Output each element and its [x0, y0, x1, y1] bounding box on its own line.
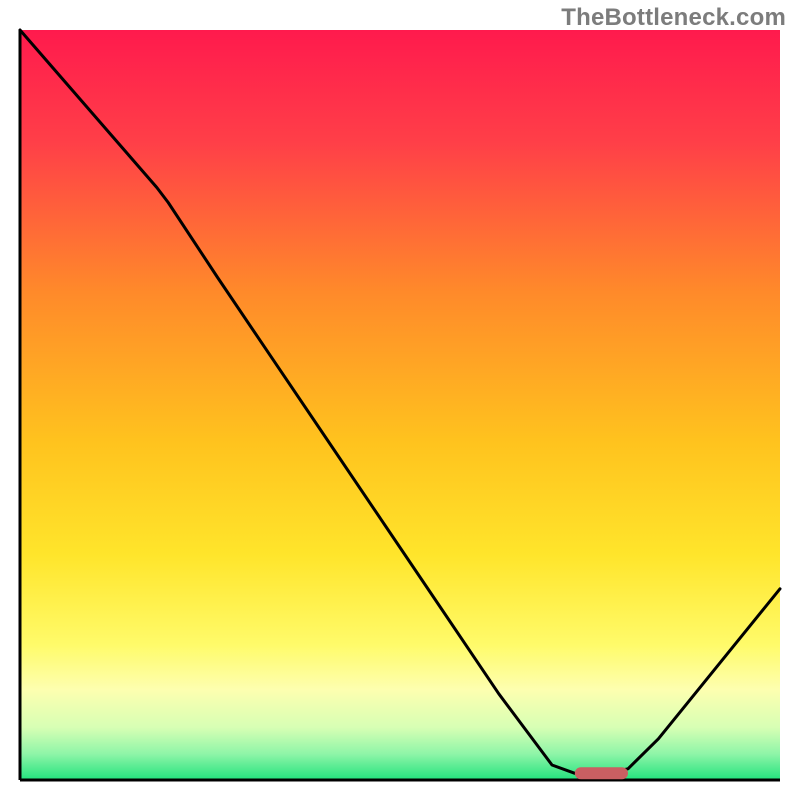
bottleneck-chart [0, 0, 800, 800]
optimal-zone-marker [575, 767, 628, 779]
chart-frame: TheBottleneck.com [0, 0, 800, 800]
gradient-background [20, 30, 780, 780]
